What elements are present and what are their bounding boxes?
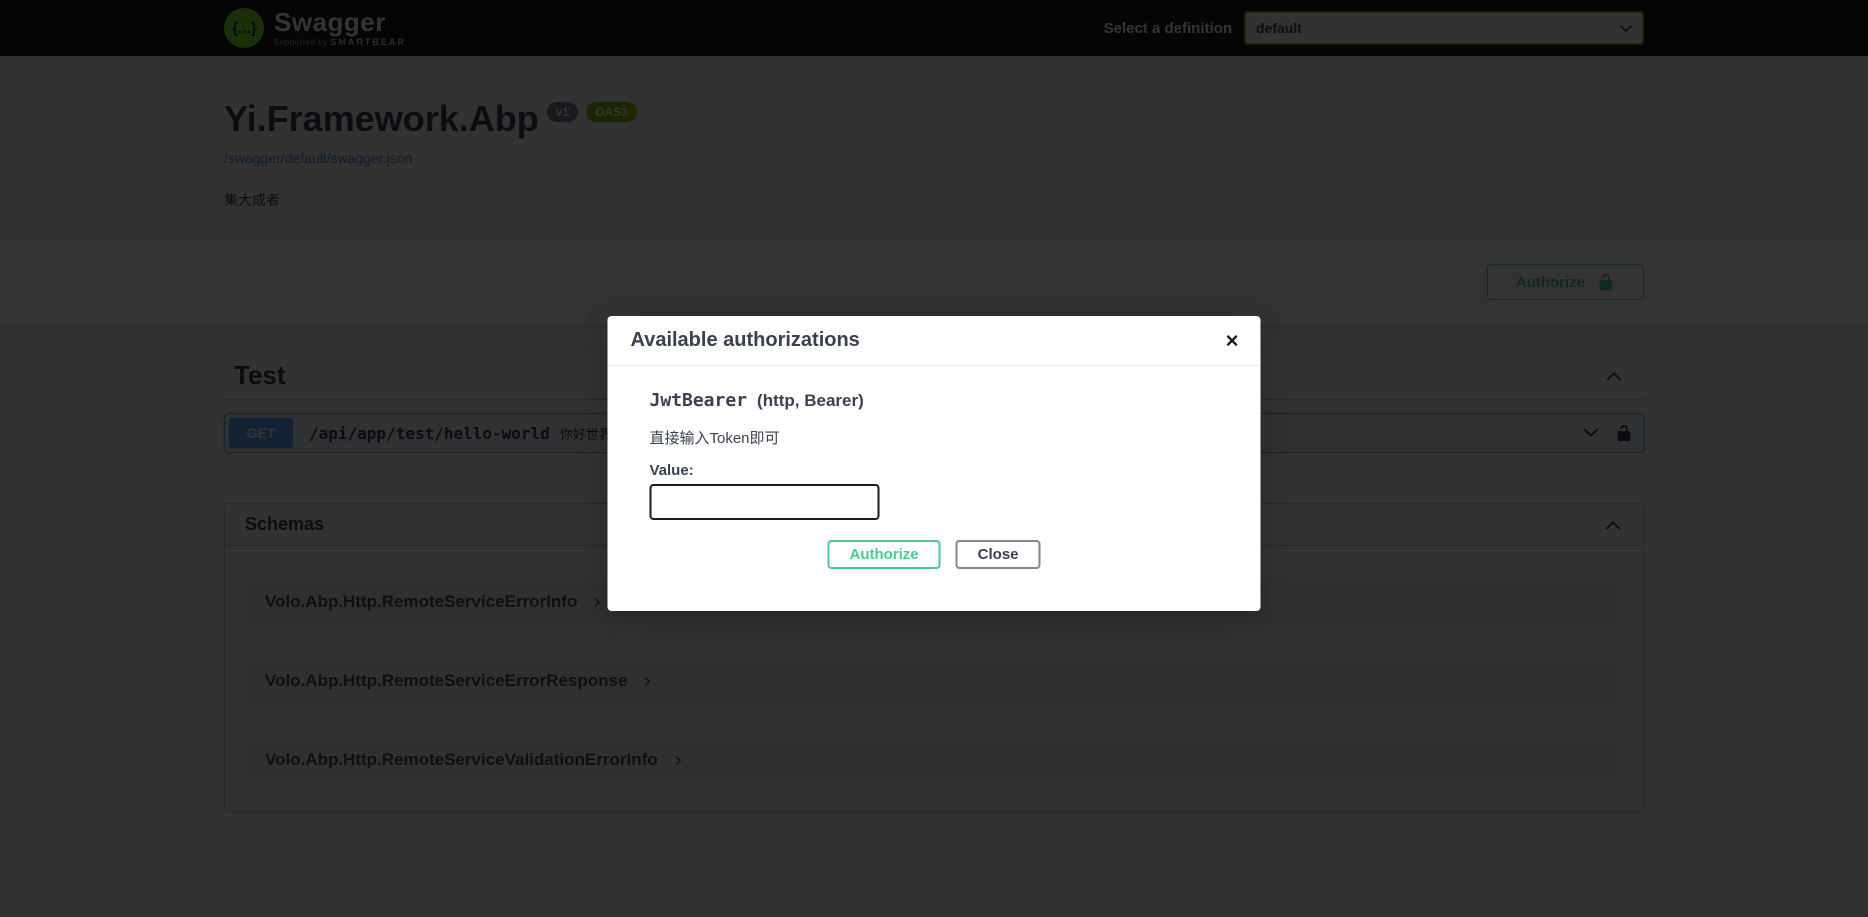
- modal-authorize-button[interactable]: Authorize: [827, 540, 940, 569]
- scheme-name: JwtBearer: [650, 390, 748, 411]
- modal-close-button[interactable]: Close: [956, 540, 1041, 569]
- modal-title: Available authorizations: [631, 329, 860, 352]
- authorizations-modal: Available authorizations × JwtBearer (ht…: [608, 316, 1261, 611]
- token-input[interactable]: [650, 484, 880, 520]
- scheme-description: 直接输入Token即可: [650, 427, 1219, 448]
- value-label: Value:: [650, 462, 1219, 479]
- scheme-type: (http, Bearer): [757, 391, 864, 411]
- close-icon[interactable]: ×: [1226, 330, 1239, 352]
